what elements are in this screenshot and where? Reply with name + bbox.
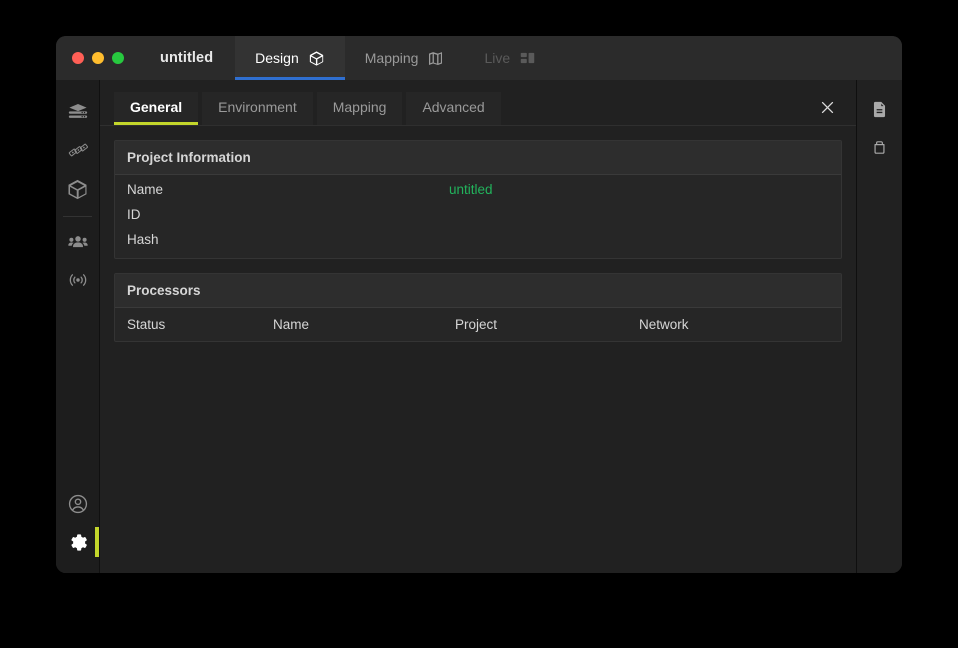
minimize-window-button[interactable] [92,52,104,64]
title-bar: untitled Design Mapping Live [56,36,902,80]
sidebar-item-money[interactable] [56,132,99,170]
cube-icon [308,50,325,67]
top-tab-live-label: Live [484,50,511,66]
info-row-name: Name untitled [115,177,841,202]
column-header-name: Name [273,316,310,332]
processors-table-header: Status Name Project Network [115,308,841,341]
sidebar-item-cube[interactable] [56,170,99,208]
close-window-button[interactable] [72,52,84,64]
tab-advanced-label: Advanced [422,99,485,115]
right-sidebar [856,80,902,573]
top-tab-design-label: Design [255,50,299,66]
broadcast-icon [67,269,89,291]
column-header-project: Project [455,316,498,332]
project-information-body: Name untitled ID Hash [115,175,841,258]
dashboard-icon [519,50,536,67]
processors-title: Processors [115,273,841,308]
column-header-network: Network [639,316,689,332]
info-value-name: untitled [449,181,493,197]
main-content: General Environment Mapping Advanced Pro… [100,80,856,573]
tab-general[interactable]: General [114,92,199,125]
top-tab-mapping-label: Mapping [364,50,419,66]
left-sidebar [56,80,100,573]
project-information-card: Project Information Name untitled ID Has… [114,139,842,259]
general-tab-content: Project Information Name untitled ID Has… [100,126,856,574]
sidebar-item-account[interactable] [56,485,99,523]
money-icon [67,140,89,162]
users-icon [67,231,89,253]
right-sidebar-item-document[interactable] [863,94,897,124]
info-row-id: ID [115,202,841,227]
tab-mapping[interactable]: Mapping [316,92,403,125]
processors-card: Processors Status Name Project Network [114,272,842,342]
top-tab-live[interactable]: Live [464,36,556,80]
sidebar-item-broadcast[interactable] [56,261,99,299]
active-indicator [95,527,99,557]
traffic-lights [56,36,138,80]
archive-icon [870,138,889,157]
info-label-hash: Hash [127,231,159,247]
tab-advanced[interactable]: Advanced [406,92,501,125]
sidebar-item-server-stack[interactable] [56,94,99,132]
tab-general-label: General [130,99,183,115]
top-tab-bar: Design Mapping Live [235,36,556,80]
window-body: General Environment Mapping Advanced Pro… [56,80,902,573]
window-title: untitled [160,50,214,66]
document-icon [870,100,889,119]
info-label-name: Name [127,181,164,197]
app-window: untitled Design Mapping Live General Env… [56,36,902,573]
right-sidebar-item-archive[interactable] [863,132,897,162]
info-label-id: ID [127,206,141,222]
sidebar-item-users[interactable] [56,223,99,261]
maximize-window-button[interactable] [112,52,124,64]
map-icon [427,50,444,67]
project-information-title: Project Information [115,140,841,175]
top-tab-design[interactable]: Design [235,36,345,80]
close-panel-button[interactable] [812,92,842,122]
sidebar-divider [63,216,92,217]
tab-environment[interactable]: Environment [202,92,313,125]
tab-environment-label: Environment [218,99,297,115]
tab-mapping-label: Mapping [332,99,387,115]
account-icon [67,493,89,515]
settings-icon [66,531,89,554]
info-row-hash: Hash [115,227,841,252]
sidebar-item-settings[interactable] [56,523,99,561]
panel-tab-bar: General Environment Mapping Advanced [100,80,856,126]
top-tab-mapping[interactable]: Mapping [345,36,465,80]
server-stack-icon [67,102,89,124]
column-header-status: Status [127,316,166,332]
cube-icon [66,178,89,201]
